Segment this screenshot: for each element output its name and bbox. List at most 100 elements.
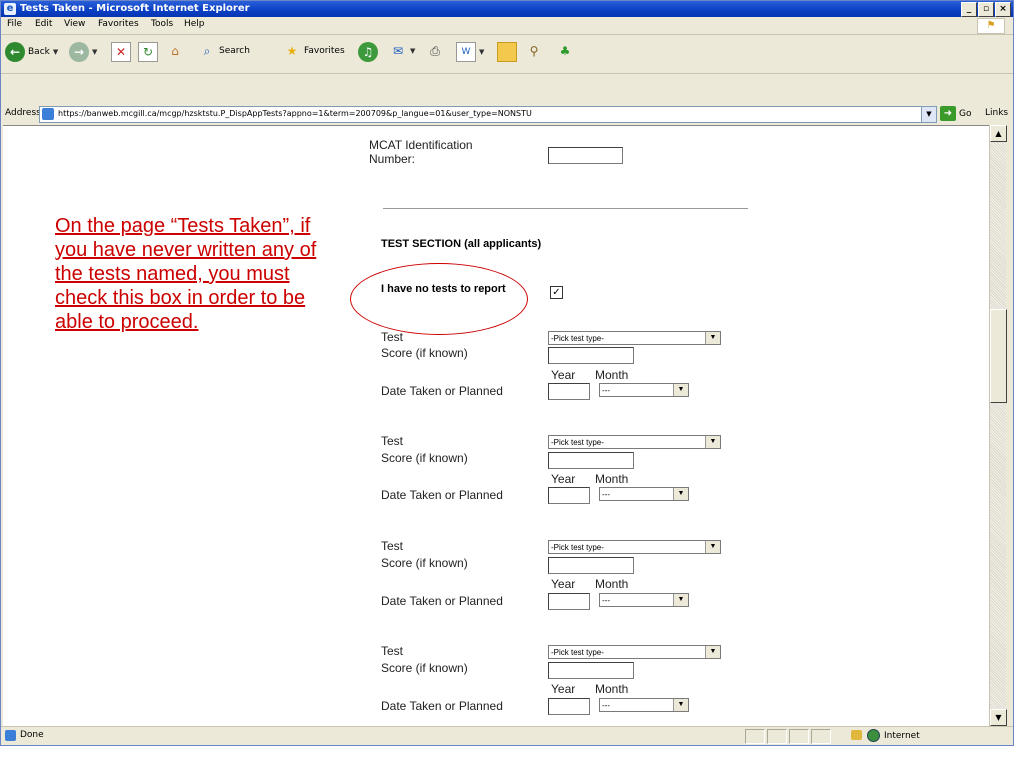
score-input[interactable] [548, 347, 634, 364]
year-input[interactable] [548, 593, 590, 610]
forward-dropdown-icon[interactable]: ▼ [92, 48, 97, 56]
year-input[interactable] [548, 487, 590, 504]
chevron-down-icon: ▼ [705, 541, 720, 553]
folder-icon [497, 42, 517, 62]
test-type-value: -Pick test type- [551, 438, 604, 447]
chevron-down-icon: ▼ [673, 594, 688, 606]
folder-button[interactable] [497, 42, 517, 62]
test-type-select[interactable]: -Pick test type- ▼ [548, 645, 721, 659]
address-input[interactable]: https://banweb.mcgill.ca/mcgp/hzsktstu.P… [39, 106, 937, 123]
lock-icon [851, 730, 862, 740]
standard-toolbar: ← Back ▼ → ▼ ✕ ↻ ⌂ ⌕ Search ★ Favorites … [1, 35, 1013, 74]
research-button[interactable]: ⚲ [525, 42, 543, 60]
window-title: Tests Taken - Microsoft Internet Explore… [20, 3, 250, 14]
test-type-value: -Pick test type- [551, 648, 604, 657]
menu-favorites[interactable]: Favorites [98, 19, 139, 29]
test-type-select[interactable]: -Pick test type- ▼ [548, 540, 721, 554]
status-panel [789, 729, 809, 744]
links-button[interactable]: Links [985, 108, 1008, 118]
year-label: Year [551, 472, 576, 486]
research-icon: ⚲ [529, 44, 539, 58]
year-input[interactable] [548, 698, 590, 715]
highlight-ellipse [350, 263, 528, 335]
test-type-select[interactable]: -Pick test type- ▼ [548, 331, 721, 345]
refresh-button[interactable]: ↻ [138, 42, 158, 62]
month-label: Month [595, 577, 629, 591]
maximize-button[interactable]: ▫ [978, 2, 994, 17]
media-button[interactable]: ♫ [358, 42, 378, 62]
security-zone: Internet [867, 729, 920, 742]
score-input[interactable] [548, 452, 634, 469]
month-value: --- [602, 701, 610, 710]
month-select[interactable]: --- ▼ [599, 698, 689, 712]
status-text: Done [20, 730, 44, 740]
vertical-scrollbar[interactable]: ▲ ▼ [989, 125, 1007, 726]
scroll-up-icon[interactable]: ▲ [990, 125, 1007, 142]
search-button[interactable]: ⌕ Search [198, 42, 250, 60]
date-label: Date Taken or Planned [381, 699, 503, 713]
score-label: Score (if known) [381, 661, 468, 675]
window-controls: _ ▫ × [961, 2, 1011, 17]
forward-arrow-icon: → [69, 42, 89, 62]
no-tests-checkbox[interactable]: ✓ [550, 286, 563, 299]
windows-logo-icon: ⚑ [977, 18, 1005, 34]
mail-dropdown-icon[interactable]: ▼ [410, 47, 415, 55]
print-button[interactable]: ⎙ [426, 42, 444, 60]
test-label: Test [381, 434, 404, 448]
messenger-button[interactable]: ♣ [556, 42, 574, 60]
scroll-down-icon[interactable]: ▼ [990, 709, 1007, 726]
go-label: Go [959, 108, 972, 119]
scroll-thumb[interactable] [990, 309, 1007, 403]
back-button[interactable]: ← Back ▼ [5, 42, 58, 62]
title-bar: e Tests Taken - Microsoft Internet Explo… [1, 1, 1013, 17]
forward-button[interactable]: → ▼ [69, 42, 97, 62]
edit-dropdown-icon[interactable]: ▼ [479, 48, 484, 56]
test-type-value: -Pick test type- [551, 334, 604, 343]
page-done-icon [5, 730, 16, 741]
address-dropdown-icon[interactable]: ▼ [921, 107, 936, 122]
address-bar: Address https://banweb.mcgill.ca/mcgp/hz… [1, 104, 1013, 123]
year-label: Year [551, 368, 576, 382]
mcat-label: MCAT Identification Number: [369, 138, 473, 166]
minimize-button[interactable]: _ [961, 2, 977, 17]
edit-button[interactable]: W ▼ [456, 42, 484, 62]
month-label: Month [595, 368, 629, 382]
search-label: Search [219, 46, 250, 56]
go-button[interactable]: ➜ Go [940, 106, 971, 121]
section-title: TEST SECTION (all applicants) [381, 238, 542, 250]
menu-bar: File Edit View Favorites Tools Help ⚑ [1, 17, 1013, 35]
menu-view[interactable]: View [64, 19, 85, 29]
close-button[interactable]: × [995, 2, 1011, 17]
score-input[interactable] [548, 557, 634, 574]
mcat-input[interactable] [548, 147, 623, 164]
month-select[interactable]: --- ▼ [599, 383, 689, 397]
date-label: Date Taken or Planned [381, 594, 503, 608]
menu-edit[interactable]: Edit [35, 19, 52, 29]
page-content: MCAT Identification Number: TEST SECTION… [3, 125, 989, 727]
zone-label: Internet [884, 730, 920, 741]
chevron-down-icon: ▼ [673, 488, 688, 500]
address-url[interactable]: https://banweb.mcgill.ca/mcgp/hzsktstu.P… [58, 109, 532, 118]
test-type-select[interactable]: -Pick test type- ▼ [548, 435, 721, 449]
test-label: Test [381, 644, 404, 658]
home-button[interactable]: ⌂ [166, 42, 184, 60]
score-input[interactable] [548, 662, 634, 679]
stop-button[interactable]: ✕ [111, 42, 131, 62]
back-dropdown-icon[interactable]: ▼ [53, 48, 58, 56]
month-select[interactable]: --- ▼ [599, 593, 689, 607]
month-label: Month [595, 682, 629, 696]
date-label: Date Taken or Planned [381, 488, 503, 502]
test-label: Test [381, 330, 404, 344]
month-select[interactable]: --- ▼ [599, 487, 689, 501]
favorites-button[interactable]: ★ Favorites [283, 42, 345, 60]
browser-window: e Tests Taken - Microsoft Internet Explo… [0, 0, 1014, 746]
page-icon [42, 108, 54, 120]
mail-button[interactable]: ✉ ▼ [389, 42, 415, 60]
year-input[interactable] [548, 383, 590, 400]
media-icon: ♫ [358, 42, 378, 62]
menu-file[interactable]: File [7, 19, 22, 29]
menu-help[interactable]: Help [184, 19, 205, 29]
chevron-down-icon: ▼ [673, 699, 688, 711]
date-label: Date Taken or Planned [381, 384, 503, 398]
menu-tools[interactable]: Tools [151, 19, 173, 29]
